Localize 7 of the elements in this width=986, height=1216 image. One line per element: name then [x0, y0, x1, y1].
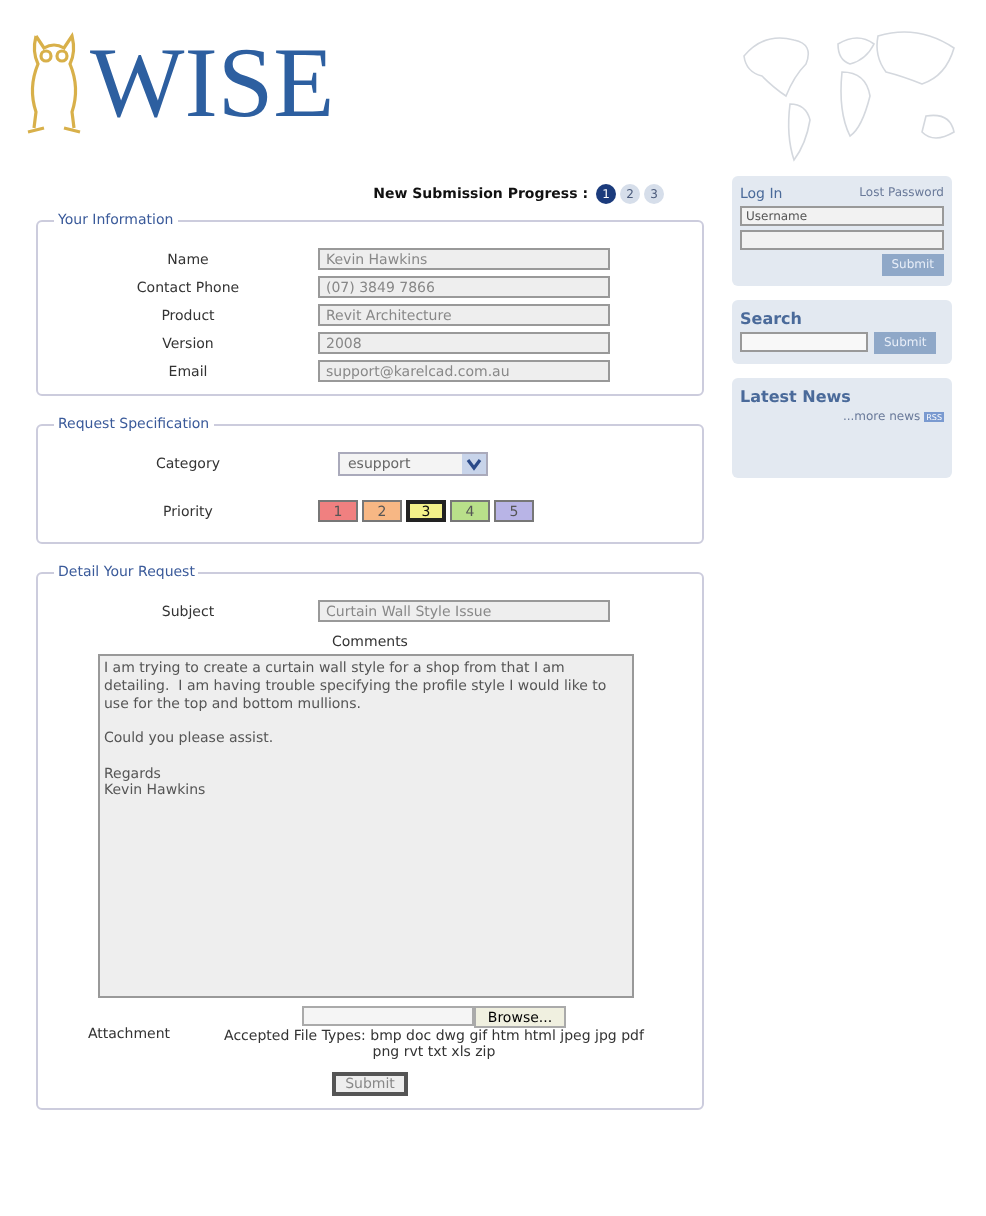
file-field[interactable]: [301, 1006, 474, 1026]
search-field[interactable]: [740, 332, 868, 352]
news-title: Latest News: [740, 388, 853, 406]
logo: WISE: [90, 32, 335, 132]
password-field[interactable]: [740, 230, 944, 250]
search-title: Search: [740, 310, 804, 328]
dropdown-arrow-icon: [462, 454, 486, 474]
